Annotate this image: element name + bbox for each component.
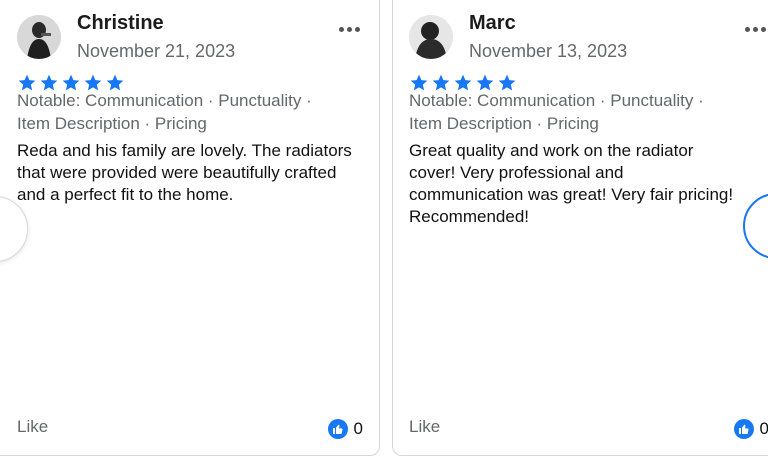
review-card: Christine November 21, 2023 Notable: Com… (0, 0, 380, 456)
avatar[interactable] (409, 15, 453, 59)
review-card: Marc November 13, 2023 Notable: Communic… (392, 0, 768, 456)
more-options-icon[interactable] (741, 15, 768, 43)
thumbs-up-icon (733, 419, 754, 439)
like-button[interactable]: Like (17, 417, 48, 437)
reviews-carousel: Christine November 21, 2023 Notable: Com… (0, 0, 768, 458)
review-text: Reda and his family are lovely. The radi… (17, 141, 352, 204)
review-date: November 21, 2023 (77, 41, 236, 61)
thumbs-up-icon (327, 419, 348, 439)
like-count: 0 (759, 419, 768, 438)
review-date: November 13, 2023 (469, 41, 628, 61)
review-text: Great quality and work on the radiator c… (409, 141, 734, 226)
notable-tags: Notable: Communication · Punctuality · I… (17, 91, 312, 133)
reaction-count[interactable]: 0 (733, 419, 768, 439)
reviewer-name[interactable]: Christine (77, 11, 164, 35)
reviewer-name[interactable]: Marc (469, 11, 516, 35)
avatar[interactable] (17, 15, 61, 59)
like-count: 0 (353, 419, 363, 438)
like-button[interactable]: Like (409, 417, 440, 437)
more-options-icon[interactable] (335, 15, 363, 43)
reaction-count[interactable]: 0 (327, 419, 363, 439)
notable-tags: Notable: Communication · Punctuality · I… (409, 91, 704, 133)
